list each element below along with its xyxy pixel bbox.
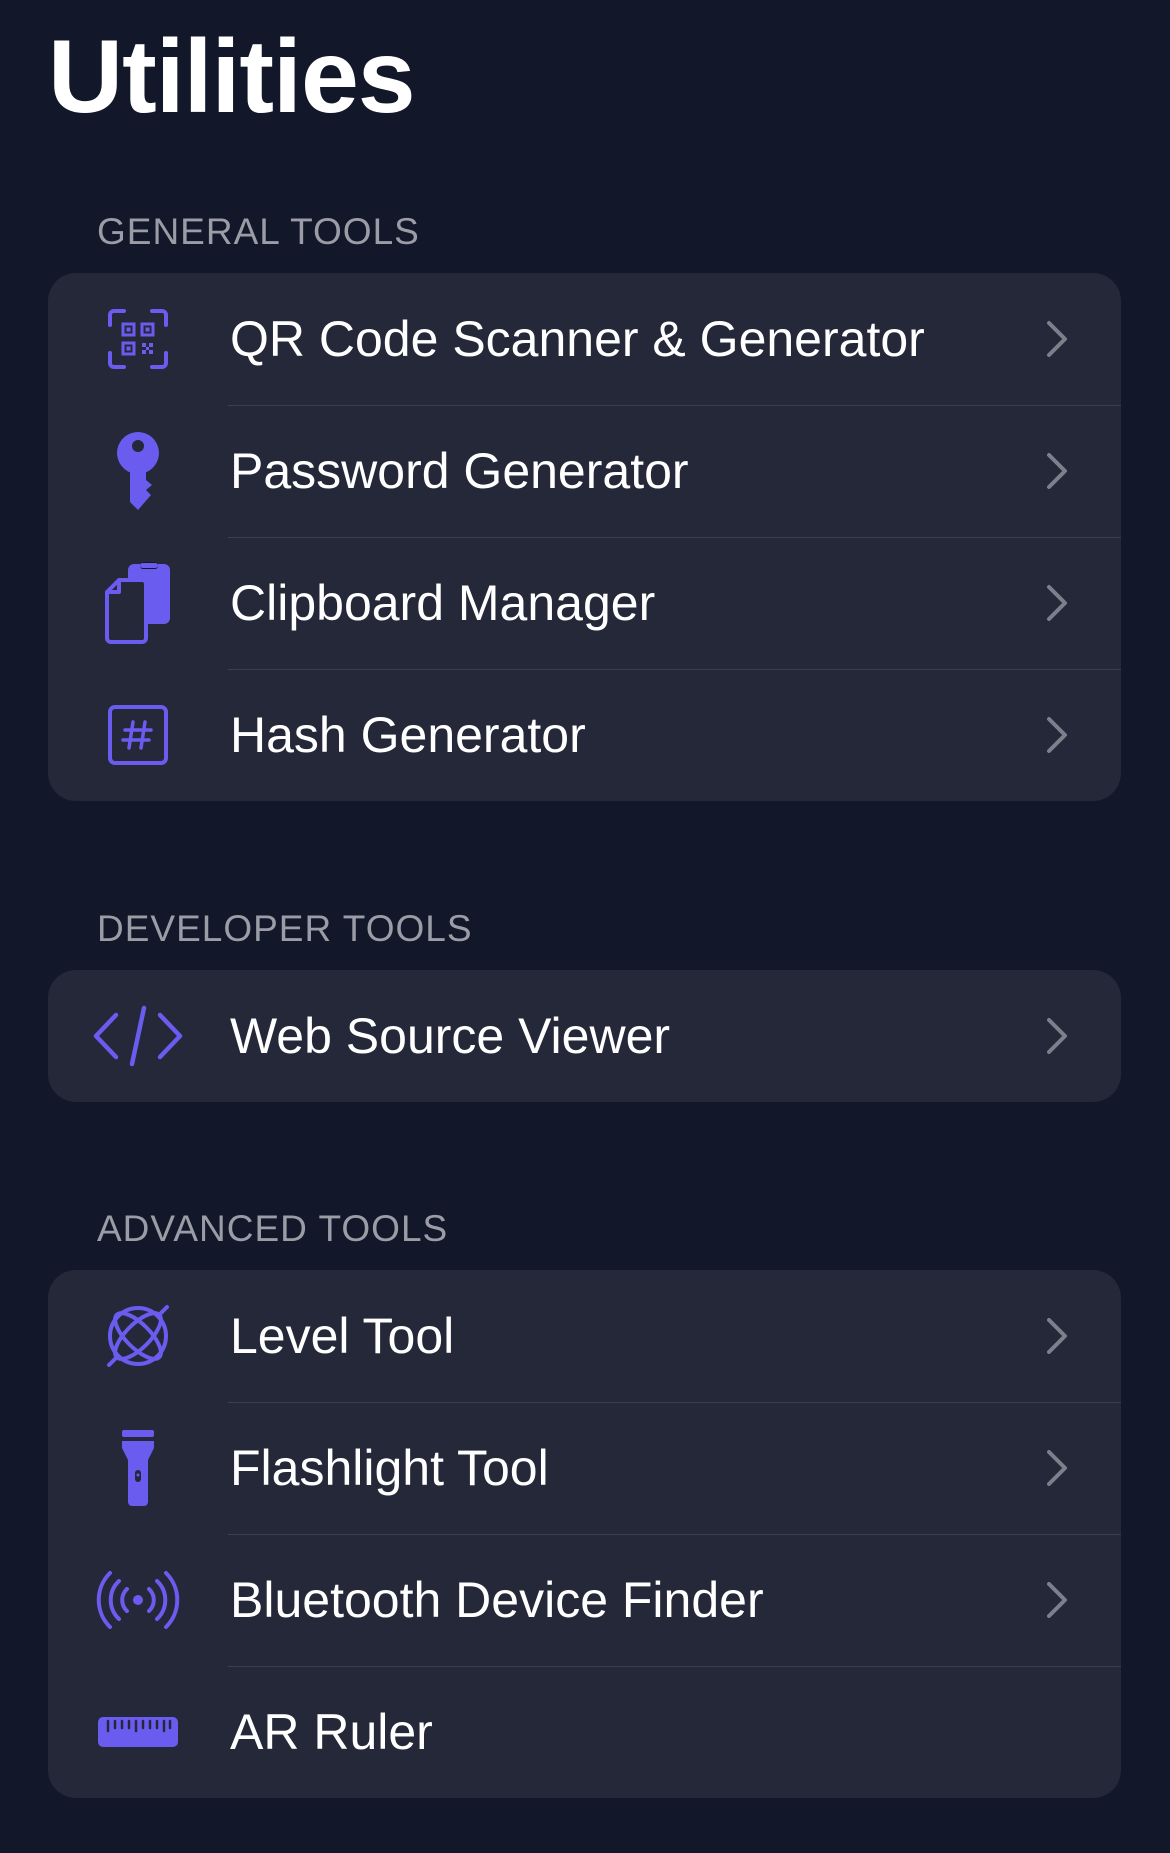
qr-code-scanner-row[interactable]: QR Code Scanner & Generator — [48, 273, 1121, 405]
section-header-developer-tools: DEVELOPER TOOLS — [97, 908, 473, 949]
level-tool-label: Level Tool — [230, 1308, 455, 1364]
hash-generator-row[interactable]: Hash Generator — [48, 669, 1121, 801]
ar-ruler-label: AR Ruler — [230, 1704, 433, 1760]
web-source-viewer-label: Web Source Viewer — [230, 1008, 671, 1064]
developer-tools-group: Web Source Viewer — [48, 970, 1121, 1102]
bluetooth-device-finder-label: Bluetooth Device Finder — [230, 1572, 764, 1628]
clipboard-manager-row[interactable]: Clipboard Manager — [48, 537, 1121, 669]
flashlight-icon — [88, 1418, 188, 1518]
flashlight-tool-label: Flashlight Tool — [230, 1440, 549, 1496]
key-icon — [88, 421, 188, 521]
ruler-icon — [88, 1682, 188, 1782]
web-source-viewer-row[interactable]: Web Source Viewer — [48, 970, 1121, 1102]
chevron-right-icon — [1045, 1316, 1069, 1356]
level-gyroscope-icon — [88, 1286, 188, 1386]
section-header-advanced-tools: ADVANCED TOOLS — [97, 1208, 449, 1249]
chevron-right-icon — [1045, 583, 1069, 623]
section-header-general-tools: GENERAL TOOLS — [97, 211, 420, 252]
qr-code-scanner-label: QR Code Scanner & Generator — [230, 311, 925, 367]
chevron-right-icon — [1045, 1448, 1069, 1488]
qr-code-icon — [88, 289, 188, 389]
clipboard-icon — [88, 553, 188, 653]
general-tools-group: QR Code Scanner & Generator Password Gen… — [48, 273, 1121, 801]
ar-ruler-row[interactable]: AR Ruler — [48, 1666, 1121, 1798]
chevron-right-icon — [1045, 1580, 1069, 1620]
advanced-tools-group: Level Tool Flashlight Tool Bluetooth Dev… — [48, 1270, 1121, 1798]
hash-icon — [88, 685, 188, 785]
code-icon — [88, 986, 188, 1086]
password-generator-label: Password Generator — [230, 443, 689, 499]
chevron-right-icon — [1045, 451, 1069, 491]
chevron-right-icon — [1045, 319, 1069, 359]
level-tool-row[interactable]: Level Tool — [48, 1270, 1121, 1402]
page-title: Utilities — [48, 19, 416, 135]
chevron-right-icon — [1045, 1016, 1069, 1056]
bluetooth-device-finder-row[interactable]: Bluetooth Device Finder — [48, 1534, 1121, 1666]
hash-generator-label: Hash Generator — [230, 707, 586, 763]
flashlight-tool-row[interactable]: Flashlight Tool — [48, 1402, 1121, 1534]
broadcast-icon — [88, 1550, 188, 1650]
clipboard-manager-label: Clipboard Manager — [230, 575, 656, 631]
password-generator-row[interactable]: Password Generator — [48, 405, 1121, 537]
chevron-right-icon — [1045, 715, 1069, 755]
